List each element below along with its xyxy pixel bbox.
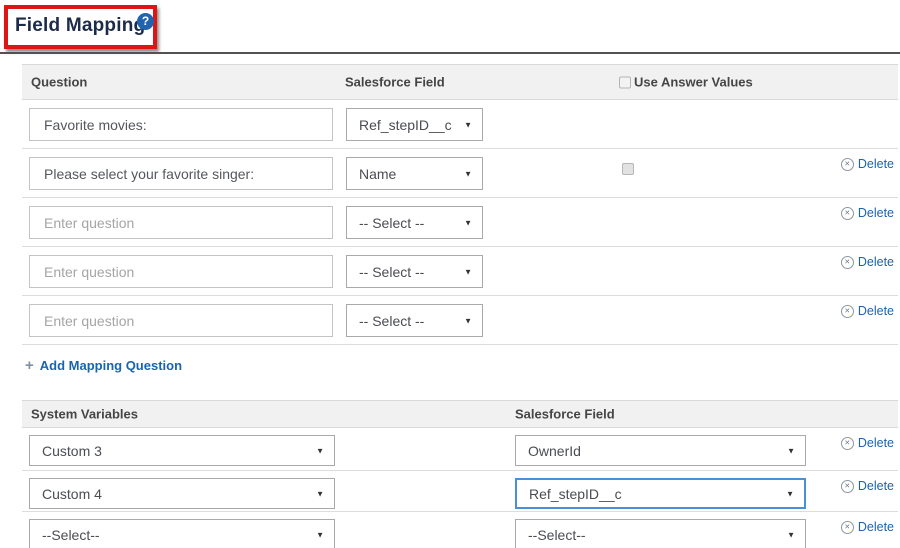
system-variable-select[interactable]: --Select-- ▼ [29,519,335,548]
add-mapping-question-label: Add Mapping Question [40,358,182,373]
selected-field-value: Ref_stepID__c [359,117,452,133]
delete-button[interactable]: ✕ Delete [841,436,894,450]
system-table-header: System Variables Salesforce Field [22,400,898,428]
circle-x-icon: ✕ [841,480,854,493]
plus-icon: + [25,357,34,374]
salesforce-field-select-focused[interactable]: Ref_stepID__c ▼ [515,478,806,509]
selected-field-value: -- Select -- [359,313,424,329]
mapping-row: -- Select -- ▼ ✕ Delete [22,247,898,296]
salesforce-field-select[interactable]: -- Select -- ▼ [346,206,483,239]
chevron-down-icon: ▼ [786,489,794,498]
question-mapping-table: Question Salesforce Field Use Answer Val… [22,64,898,345]
field-mapping-page: Field Mapping ? Question Salesforce Fiel… [0,0,900,548]
column-header-salesforce-field: Salesforce Field [345,75,445,90]
help-icon[interactable]: ? [137,13,154,30]
selected-field-value: Name [359,166,396,182]
circle-x-icon: ✕ [841,521,854,534]
delete-button[interactable]: ✕ Delete [841,479,894,493]
delete-label: Delete [858,157,894,171]
question-input[interactable] [29,304,333,337]
page-title: Field Mapping [15,15,145,36]
selected-variable-value: --Select-- [42,527,100,543]
circle-x-icon: ✕ [841,305,854,318]
mapping-row: Name ▼ ✕ Delete [22,149,898,198]
salesforce-field-select[interactable]: --Select-- ▼ [515,519,806,548]
delete-button[interactable]: ✕ Delete [841,304,894,318]
delete-button[interactable]: ✕ Delete [841,255,894,269]
mapping-table-header: Question Salesforce Field Use Answer Val… [22,64,898,100]
system-variable-row: Custom 3 ▼ OwnerId ▼ ✕ Delete [22,428,898,471]
column-header-system-variables: System Variables [31,407,138,422]
circle-x-icon: ✕ [841,158,854,171]
question-input[interactable] [29,157,333,190]
column-header-use-answer-values: Use Answer Values [634,75,753,90]
delete-label: Delete [858,520,894,534]
delete-label: Delete [858,436,894,450]
add-mapping-question-button[interactable]: + Add Mapping Question [25,357,182,374]
system-variable-row: Custom 4 ▼ Ref_stepID__c ▼ ✕ Delete [22,471,898,512]
question-input[interactable] [29,206,333,239]
selected-field-value: -- Select -- [359,215,424,231]
delete-label: Delete [858,304,894,318]
mapping-row: -- Select -- ▼ ✕ Delete [22,198,898,247]
salesforce-field-select[interactable]: Name ▼ [346,157,483,190]
selected-variable-value: Custom 3 [42,443,102,459]
system-variable-row: --Select-- ▼ --Select-- ▼ ✕ Delete [22,512,898,548]
circle-x-icon: ✕ [841,207,854,220]
use-answer-values-row-checkbox[interactable] [622,163,634,175]
chevron-down-icon: ▼ [787,446,795,455]
circle-x-icon: ✕ [841,437,854,450]
red-annotation-box: Field Mapping [4,5,157,49]
chevron-down-icon: ▼ [464,267,472,276]
delete-label: Delete [858,206,894,220]
column-header-salesforce-field: Salesforce Field [515,407,615,422]
delete-label: Delete [858,479,894,493]
system-variables-table: System Variables Salesforce Field Custom… [22,400,898,548]
delete-button[interactable]: ✕ Delete [841,206,894,220]
chevron-down-icon: ▼ [316,489,324,498]
salesforce-field-select[interactable]: -- Select -- ▼ [346,255,483,288]
chevron-down-icon: ▼ [464,218,472,227]
question-input[interactable] [29,108,333,141]
selected-field-value: OwnerId [528,443,581,459]
circle-x-icon: ✕ [841,256,854,269]
salesforce-field-select[interactable]: -- Select -- ▼ [346,304,483,337]
column-header-question: Question [31,75,87,90]
system-variable-select[interactable]: Custom 3 ▼ [29,435,335,466]
question-input[interactable] [29,255,333,288]
delete-button[interactable]: ✕ Delete [841,157,894,171]
mapping-row: Ref_stepID__c ▼ [22,100,898,149]
delete-label: Delete [858,255,894,269]
selected-field-value: --Select-- [528,527,586,543]
chevron-down-icon: ▼ [464,169,472,178]
salesforce-field-select[interactable]: Ref_stepID__c ▼ [346,108,483,141]
mapping-row: -- Select -- ▼ ✕ Delete [22,296,898,345]
chevron-down-icon: ▼ [316,446,324,455]
selected-variable-value: Custom 4 [42,486,102,502]
chevron-down-icon: ▼ [464,120,472,129]
chevron-down-icon: ▼ [787,530,795,539]
chevron-down-icon: ▼ [464,316,472,325]
selected-field-value: -- Select -- [359,264,424,280]
delete-button[interactable]: ✕ Delete [841,520,894,534]
system-variable-select[interactable]: Custom 4 ▼ [29,478,335,509]
use-answer-values-checkbox[interactable] [619,76,631,88]
title-divider [0,52,900,54]
salesforce-field-select[interactable]: OwnerId ▼ [515,435,806,466]
chevron-down-icon: ▼ [316,530,324,539]
selected-field-value: Ref_stepID__c [529,486,622,502]
